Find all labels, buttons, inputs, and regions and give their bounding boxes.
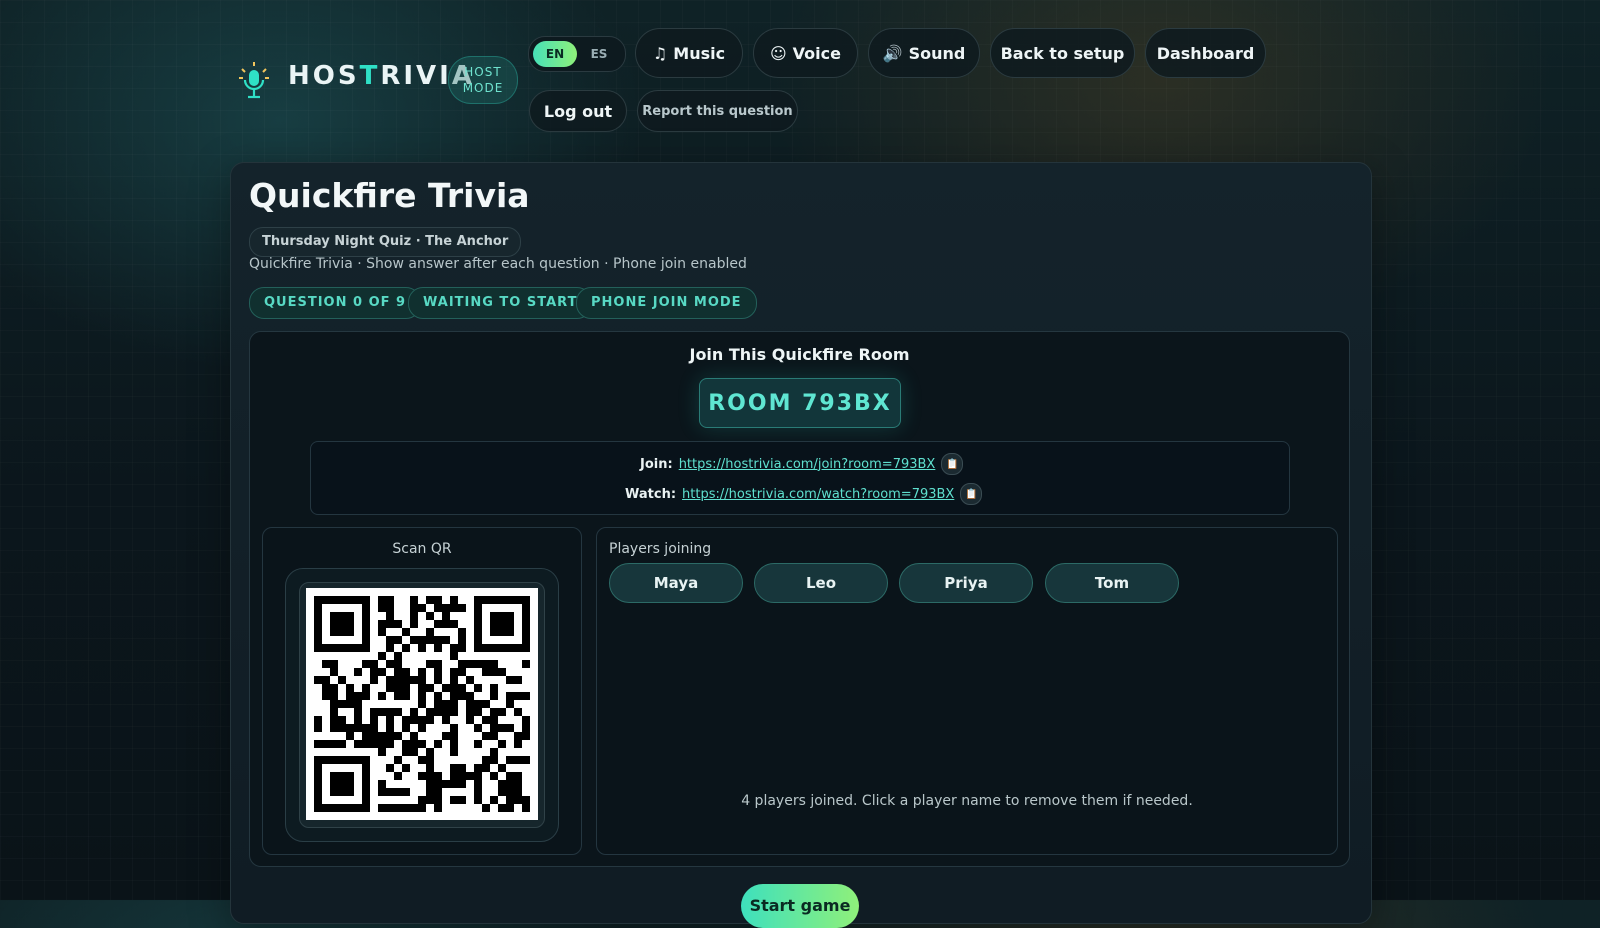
player-chip[interactable]: Tom — [1045, 563, 1179, 603]
qr-code — [306, 588, 538, 820]
players-count-note: 4 players joined. Click a player name to… — [741, 793, 1193, 809]
join-link-label: Join: — [640, 456, 673, 472]
clipboard-icon: 📋 — [965, 488, 978, 500]
lang-option-en[interactable]: EN — [533, 41, 577, 67]
page-title: Quickfire Trivia — [249, 176, 530, 215]
status-chip-phone-join: PHONE JOIN MODE — [576, 287, 757, 319]
sound-button[interactable]: 🔊 Sound — [868, 28, 980, 78]
player-chip[interactable]: Priya — [899, 563, 1033, 603]
voice-button[interactable]: ☺ Voice — [753, 28, 858, 78]
join-link-row: Join: https://hostrivia.com/join?room=79… — [640, 453, 964, 475]
lang-option-es[interactable]: ES — [577, 41, 621, 67]
players-label: Players joining — [609, 541, 712, 557]
microphone-icon — [239, 62, 269, 99]
back-to-setup-button[interactable]: Back to setup — [990, 28, 1135, 78]
copy-join-link-button[interactable]: 📋 — [941, 453, 964, 475]
watch-link[interactable]: https://hostrivia.com/watch?room=793BX — [682, 487, 954, 502]
start-game-button[interactable]: Start game — [741, 884, 859, 928]
game-settings-summary: Quickfire Trivia · Show answer after eac… — [249, 256, 747, 272]
app-logo: HOSTRIVIA — [288, 61, 475, 91]
status-chip-question: QUESTION 0 OF 9 — [249, 287, 422, 319]
player-chip[interactable]: Leo — [754, 563, 888, 603]
speaking-head-icon: ☺ — [769, 43, 787, 63]
room-code: ROOM 793BX — [699, 378, 901, 428]
music-button[interactable]: ♫ Music — [635, 28, 743, 78]
join-link[interactable]: https://hostrivia.com/join?room=793BX — [679, 457, 936, 472]
qr-label: Scan QR — [392, 541, 452, 557]
logout-button[interactable]: Log out — [529, 90, 627, 132]
clipboard-icon: 📋 — [946, 458, 959, 470]
watch-link-label: Watch: — [625, 486, 677, 502]
event-badge: Thursday Night Quiz · The Anchor — [249, 227, 522, 257]
player-chip[interactable]: Maya — [609, 563, 743, 603]
dashboard-button[interactable]: Dashboard — [1145, 28, 1266, 78]
host-mode-badge: HOST MODE — [448, 56, 518, 104]
speaker-icon: 🔊 — [882, 43, 903, 63]
status-chip-waiting: WAITING TO START — [408, 287, 593, 319]
language-toggle: EN ES — [528, 36, 626, 72]
music-note-icon: ♫ — [652, 43, 668, 63]
report-question-button[interactable]: Report this question — [637, 90, 798, 132]
watch-link-row: Watch: https://hostrivia.com/watch?room=… — [625, 483, 983, 505]
copy-watch-link-button[interactable]: 📋 — [960, 483, 983, 505]
join-heading: Join This Quickfire Room — [689, 345, 910, 364]
